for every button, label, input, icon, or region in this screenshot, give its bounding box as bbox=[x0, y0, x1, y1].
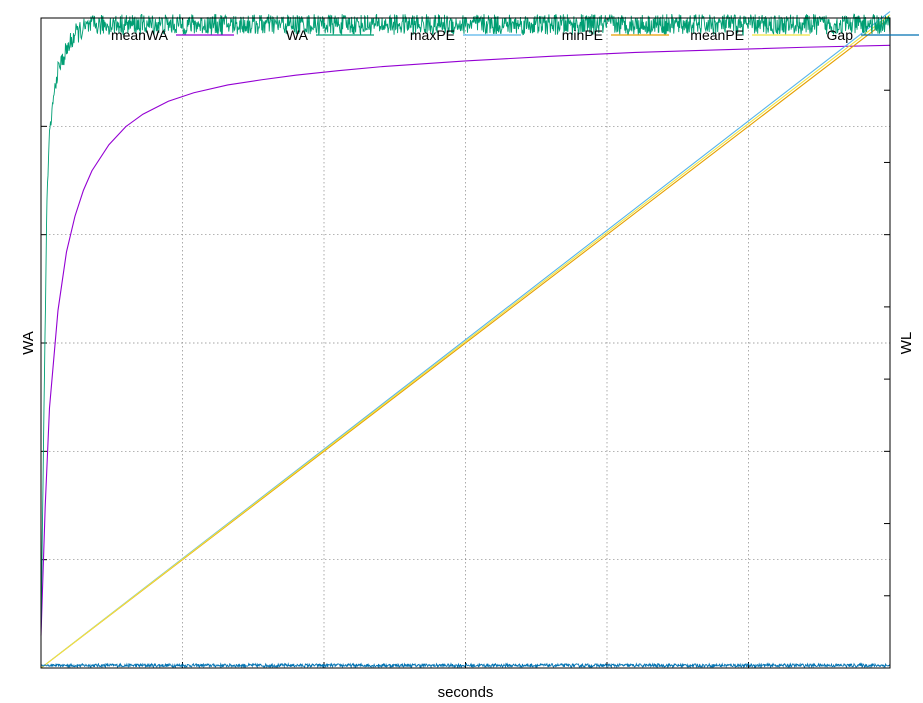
legend-label-gap: Gap bbox=[827, 27, 854, 43]
chart-background bbox=[0, 0, 923, 703]
legend-label-meanpe: meanPE bbox=[690, 27, 744, 43]
chart: meanWA WA maxPE minPE meanPE Gap seconds WA W… bbox=[0, 0, 923, 703]
x-axis-label: seconds bbox=[438, 684, 494, 701]
legend-label-maxpe: maxPE bbox=[410, 27, 455, 43]
legend-label-minpe: minPE bbox=[562, 27, 603, 43]
legend-label-wa: WA bbox=[286, 27, 309, 43]
legend-label-meanwa: meanWA bbox=[111, 27, 169, 43]
y2-axis-label: WL bbox=[898, 332, 915, 355]
y-axis-label: WA bbox=[20, 331, 37, 355]
